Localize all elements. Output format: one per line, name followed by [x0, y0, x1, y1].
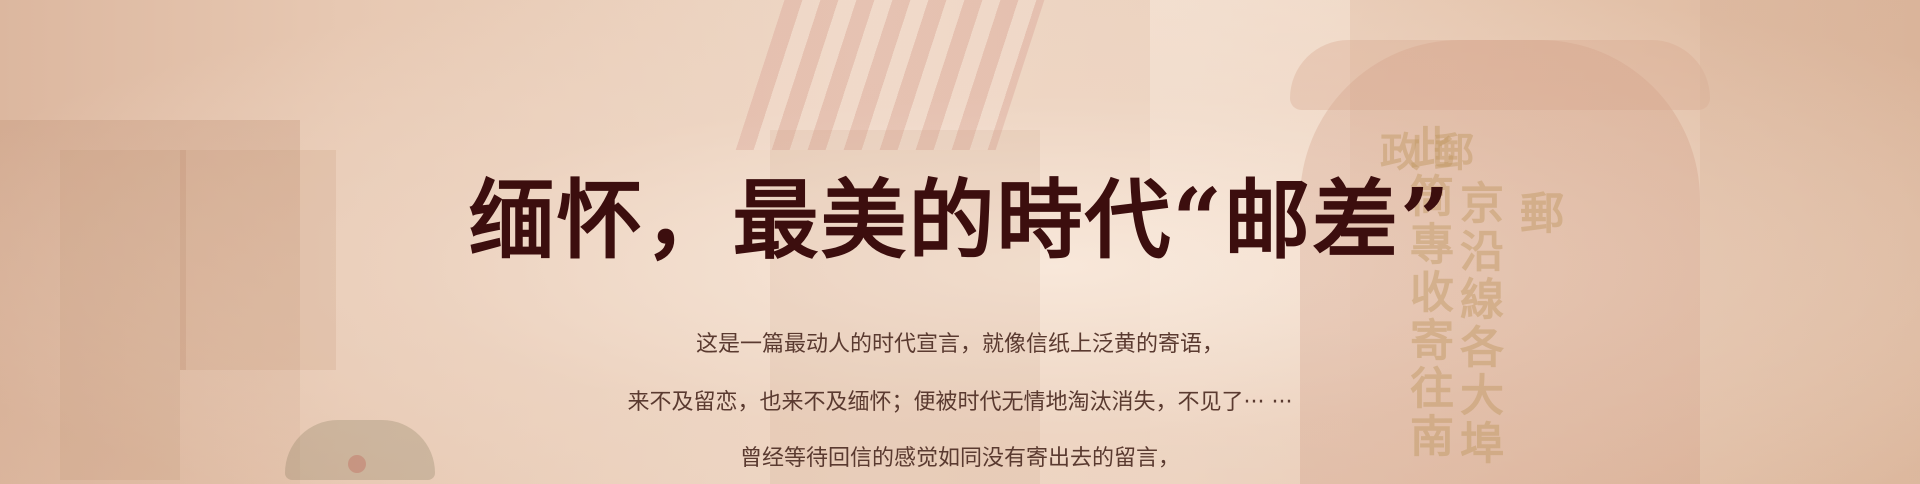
- banner-headline: 缅怀，最美的時代“邮差”: [468, 170, 1452, 271]
- background-mailbox-cap: [1290, 40, 1710, 110]
- hero-banner: 政 郵 此筒專收寄往南 京沿線各大埠 郵 缅怀，最美的時代“邮差” 这是一篇最动…: [0, 0, 1920, 484]
- banner-text-line-3: 曾经等待回信的感觉如同没有寄出去的留言，: [739, 446, 1180, 471]
- banner-text-line-2: 来不及留恋，也来不及缅怀；便被时代无情地淘汰消失，不见了··· ···: [627, 390, 1293, 415]
- background-striped-awning: [735, 0, 1045, 150]
- banner-text-line-1: 这是一篇最动人的时代宣言，就像信纸上泛黄的寄语，: [695, 332, 1224, 357]
